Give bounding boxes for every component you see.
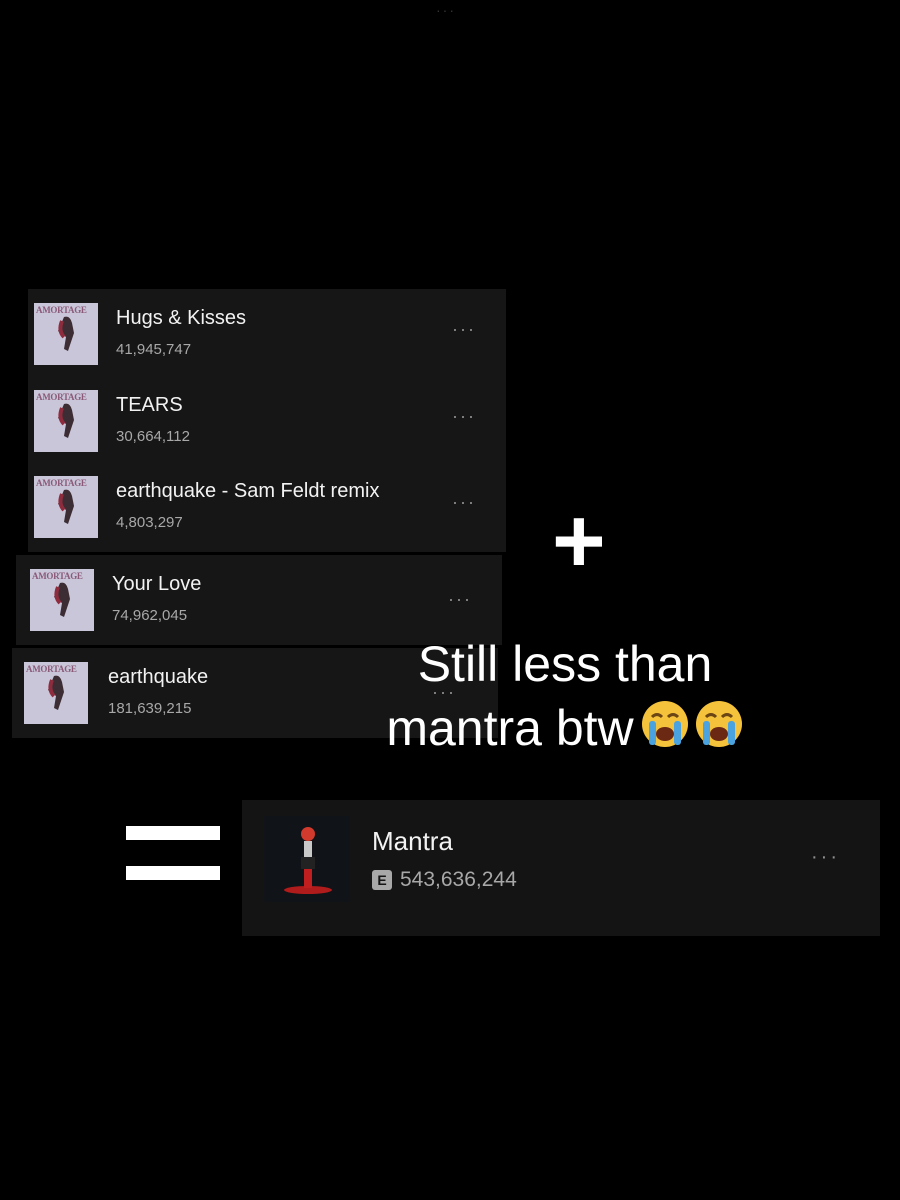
album-cover: AMORTAGE bbox=[34, 390, 98, 452]
more-options-icon[interactable]: ··· bbox=[448, 589, 472, 610]
cover-label: AMORTAGE bbox=[32, 571, 83, 581]
more-options-icon[interactable]: ··· bbox=[452, 492, 476, 513]
play-count: 41,945,747 bbox=[116, 341, 192, 358]
track-row[interactable]: AMORTAGE earthquake - Sam Feldt remix 4,… bbox=[28, 462, 506, 552]
more-options-icon[interactable]: ··· bbox=[452, 319, 476, 340]
track-row[interactable]: AMORTAGE Hugs & Kisses 41,945,747 ··· bbox=[28, 289, 506, 379]
album-cover: AMORTAGE bbox=[34, 303, 98, 365]
caption-line-1: Still less than bbox=[417, 636, 713, 692]
play-count: 543,636,244 bbox=[400, 868, 517, 891]
album-cover: AMORTAGE bbox=[24, 662, 88, 724]
play-count: 74,962,045 bbox=[112, 607, 188, 624]
album-cover: AMORTAGE bbox=[30, 569, 94, 631]
cover-label: AMORTAGE bbox=[36, 478, 87, 488]
plus-sign: + bbox=[552, 490, 606, 592]
caption-line-2-text: mantra btw bbox=[386, 700, 634, 756]
explicit-badge: E bbox=[372, 870, 392, 890]
album-cover bbox=[264, 816, 350, 902]
cover-label: AMORTAGE bbox=[36, 392, 87, 402]
crying-face-icon bbox=[640, 699, 744, 764]
more-options-icon[interactable]: ··· bbox=[452, 406, 476, 427]
caption-text: Still less than mantra btw bbox=[355, 632, 775, 764]
album-cover: AMORTAGE bbox=[34, 476, 98, 538]
result-track-row[interactable]: Mantra E 543,636,244 ··· bbox=[242, 800, 880, 936]
equals-sign bbox=[126, 826, 220, 882]
track-title: Your Love bbox=[112, 573, 202, 595]
play-count: 4,803,297 bbox=[116, 514, 183, 531]
cover-label: AMORTAGE bbox=[36, 305, 87, 315]
play-count: 181,639,215 bbox=[108, 700, 192, 717]
play-count-row: E 543,636,244 bbox=[372, 868, 517, 892]
equals-bar-top bbox=[126, 826, 220, 840]
track-title: Mantra bbox=[372, 826, 453, 856]
track-title: earthquake - Sam Feldt remix bbox=[116, 480, 380, 502]
top-handle-dots: ··· bbox=[436, 2, 456, 18]
more-options-icon[interactable]: ··· bbox=[811, 846, 840, 869]
track-title: TEARS bbox=[116, 394, 183, 416]
track-title: earthquake bbox=[108, 666, 209, 688]
track-row[interactable]: AMORTAGE TEARS 30,664,112 ··· bbox=[28, 376, 506, 466]
equals-bar-bottom bbox=[126, 866, 220, 880]
caption-line-2: mantra btw bbox=[355, 696, 775, 764]
track-title: Hugs & Kisses bbox=[116, 307, 247, 329]
play-count: 30,664,112 bbox=[116, 428, 190, 445]
cover-label: AMORTAGE bbox=[26, 664, 77, 674]
cover-figure bbox=[264, 816, 350, 902]
